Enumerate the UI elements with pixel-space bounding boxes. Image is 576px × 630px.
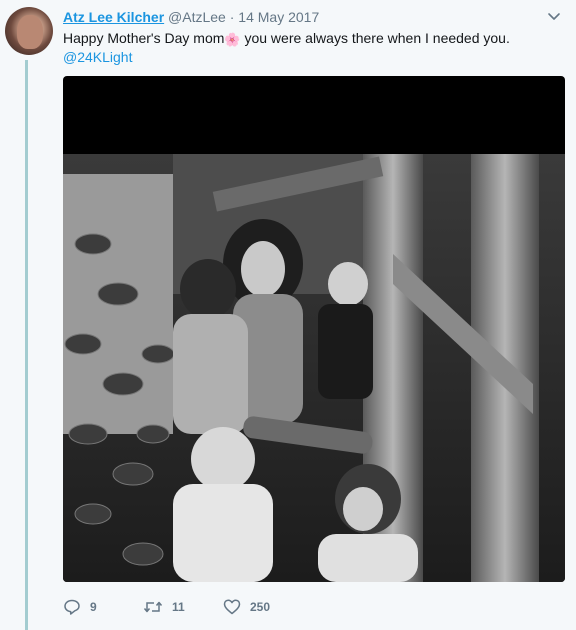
reply-icon — [64, 599, 80, 615]
tweet-text-part2: you were always there when I needed you. — [240, 30, 510, 46]
avatar-face — [17, 15, 43, 49]
retweet-count: 11 — [172, 600, 185, 614]
avatar[interactable] — [5, 7, 53, 55]
mention-link[interactable]: @24KLight — [63, 48, 132, 67]
tweet-header: Atz Lee Kilcher @AtzLee · 14 May 2017 — [63, 8, 546, 26]
tweet-photo[interactable] — [63, 76, 565, 582]
chevron-down-icon[interactable] — [546, 8, 562, 24]
tweet: Atz Lee Kilcher @AtzLee · 14 May 2017 Ha… — [0, 0, 576, 630]
tweet-text: Happy Mother's Day mom🌸 you were always … — [63, 29, 546, 49]
tweet-date[interactable]: 14 May 2017 — [238, 9, 319, 25]
author-handle[interactable]: @AtzLee — [168, 9, 226, 25]
like-count: 250 — [250, 600, 271, 614]
reply-button[interactable]: 9 — [63, 598, 143, 616]
author-name[interactable]: Atz Lee Kilcher — [63, 9, 164, 25]
tweet-text-part1: Happy Mother's Day mom — [63, 30, 225, 46]
thread-line — [25, 60, 28, 630]
flower-emoji-icon: 🌸 — [224, 32, 241, 47]
meta-separator: · — [229, 9, 235, 25]
retweet-button[interactable]: 11 — [143, 598, 223, 616]
heart-icon — [223, 599, 241, 615]
photo-image — [63, 154, 565, 582]
reply-count: 9 — [90, 600, 97, 614]
tweet-actions: 9 11 250 — [63, 597, 303, 617]
like-button[interactable]: 250 — [223, 598, 303, 616]
retweet-icon — [143, 601, 163, 613]
